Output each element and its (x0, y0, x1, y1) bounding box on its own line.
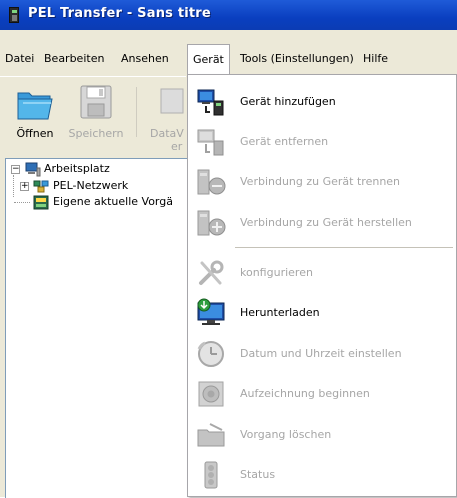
open-button[interactable]: Öffnen (5, 77, 65, 151)
menu-label-connect-device: Verbindung zu Gerät herstellen (240, 216, 412, 229)
window-title: PEL Transfer - Sans titre (28, 6, 211, 21)
menu-label-set-datetime: Datum und Uhrzeit einstellen (240, 347, 402, 360)
dataview-icon (160, 88, 184, 114)
open-folder-icon (17, 92, 53, 120)
dataview-sublabel: er (171, 140, 183, 151)
tools-wrench-icon (199, 260, 224, 285)
tree-item-pel-netzwerk[interactable]: + PEL-Netzwerk (20, 179, 187, 195)
menu-item-remove-device[interactable]: Gerät entfernen (188, 121, 456, 161)
menu-label-remove-device: Gerät entfernen (240, 135, 329, 148)
menu-label-disconnect-device: Verbindung zu Gerät trennen (240, 175, 401, 188)
tree-label-eigene-vorgaenge: Eigene aktuelle Vorgä (53, 195, 173, 208)
menu-item-disconnect-device[interactable]: Verbindung zu Gerät trennen (188, 161, 456, 201)
disconnect-device-icon (197, 169, 226, 195)
menu-bar: Datei Bearbeiten Ansehen Gerät Tools (Ei… (0, 44, 457, 74)
tree-item-eigene-vorgaenge[interactable]: Eigene aktuelle Vorgä (33, 195, 187, 211)
open-label: Öffnen (16, 127, 54, 140)
menu-separator (235, 247, 453, 248)
tree-line (13, 175, 15, 197)
menu-tools[interactable]: Tools (Einstellungen) (240, 52, 354, 65)
menu-label-download: Herunterladen (240, 306, 320, 319)
add-device-icon (197, 89, 224, 116)
menu-item-add-device[interactable]: Gerät hinzufügen (188, 81, 456, 121)
dataview-button[interactable]: DataV er (141, 77, 187, 151)
title-bar[interactable]: PEL Transfer - Sans titre (0, 0, 457, 30)
menu-item-status[interactable]: Status (188, 454, 456, 494)
expand-toggle[interactable]: + (20, 182, 29, 191)
clock-icon (197, 341, 224, 367)
toolbar-separator (136, 87, 137, 137)
delete-folder-icon (197, 423, 225, 447)
menu-item-connect-device[interactable]: Verbindung zu Gerät herstellen (188, 202, 456, 242)
menu-label-status: Status (240, 468, 276, 481)
dataview-label: DataV (150, 127, 184, 140)
save-button[interactable]: Speichern (66, 77, 126, 151)
tree-item-arbeitsplatz[interactable]: − Arbeitsplatz (9, 162, 187, 178)
toolbar: Öffnen Speichern DataV er (0, 76, 186, 154)
download-monitor-icon (197, 298, 225, 325)
app-icon (9, 7, 19, 23)
menu-label-delete-operation: Vorgang löschen (240, 428, 332, 441)
menu-item-start-recording[interactable]: Aufzeichnung beginnen (188, 373, 456, 413)
menu-label-start-recording: Aufzeichnung beginnen (240, 387, 370, 400)
menu-datei[interactable]: Datei (5, 52, 34, 65)
workstation-icon (25, 162, 41, 177)
tree-label-pel-netzwerk: PEL-Netzwerk (53, 179, 129, 192)
menu-hilfe[interactable]: Hilfe (363, 52, 388, 65)
app-window: PEL Transfer - Sans titre Datei Bearbeit… (0, 0, 457, 498)
save-disk-icon (80, 85, 112, 119)
record-speaker-icon (198, 381, 224, 407)
device-tree[interactable]: − Arbeitsplatz + PEL-Netzwerk Eigene akt… (5, 158, 187, 498)
connect-device-icon (197, 210, 226, 236)
menu-ansehen[interactable]: Ansehen (121, 52, 169, 65)
status-traffic-light-icon (204, 461, 218, 489)
recording-icon (33, 195, 49, 210)
menu-item-download[interactable]: Herunterladen (188, 292, 456, 332)
menu-item-set-datetime[interactable]: Datum und Uhrzeit einstellen (188, 333, 456, 373)
menu-label-configure: konfigurieren (240, 266, 313, 279)
menu-geraet[interactable]: Gerät (187, 44, 230, 74)
menu-item-delete-operation[interactable]: Vorgang löschen (188, 414, 456, 454)
network-icon (33, 180, 49, 193)
tree-label-arbeitsplatz: Arbeitsplatz (44, 162, 110, 175)
menu-label-add-device: Gerät hinzufügen (240, 95, 336, 108)
menu-bearbeiten[interactable]: Bearbeiten (44, 52, 104, 65)
geraet-menu-dropdown: Gerät hinzufügen Gerät entfernen Verbind… (187, 74, 457, 497)
collapse-toggle[interactable]: − (11, 165, 20, 174)
tree-line (14, 202, 30, 204)
menu-item-configure[interactable]: konfigurieren (188, 252, 456, 292)
save-label: Speichern (68, 127, 124, 140)
remove-device-icon (197, 129, 224, 156)
